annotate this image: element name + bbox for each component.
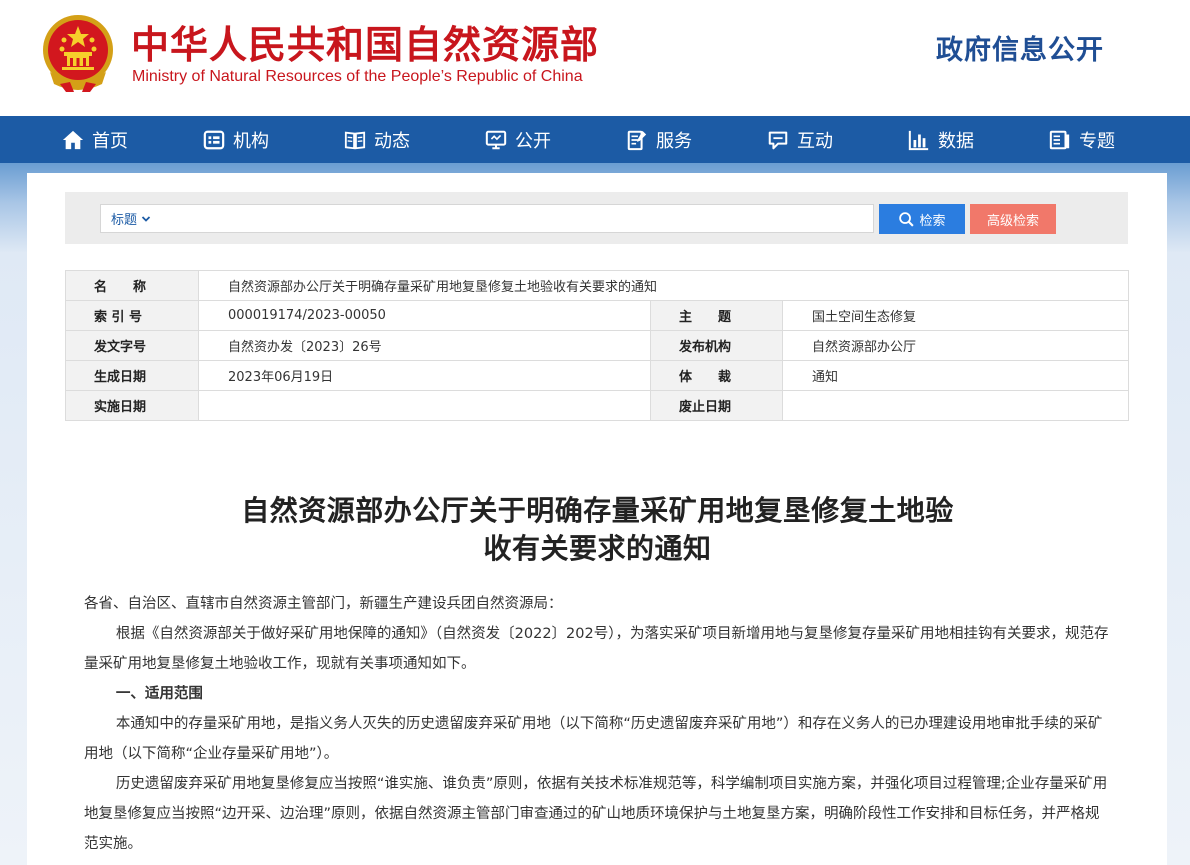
table-row: 索 引 号 000019174/2023-00050 主 题 国土空间生态修复 [65, 300, 1129, 331]
nav-item-org[interactable]: 机构 [203, 116, 344, 163]
docno-value: 自然资办发〔2023〕26号 [198, 330, 651, 361]
article-title: 自然资源部办公厅关于明确存量采矿用地复垦修复土地验 收有关要求的通知 [120, 492, 1075, 568]
main-nav: 首页 机构 动态 公开 服务 互动 数据 专题 [0, 116, 1190, 163]
chevron-down-icon [141, 215, 151, 222]
effective-label: 实施日期 [65, 390, 199, 421]
nav-item-label: 首页 [92, 130, 128, 152]
expire-label: 废止日期 [650, 390, 783, 421]
site-title-en: Ministry of Natural Resources of the Peo… [132, 68, 583, 85]
article-body: 各省、自治区、直辖市自然资源主管部门，新疆生产建设兵团自然资源局： 根据《自然资… [84, 589, 1109, 859]
section-heading: 一、适用范围 [115, 686, 203, 702]
advanced-search-button[interactable]: 高级检索 [970, 204, 1056, 234]
org-icon [203, 130, 225, 149]
home-icon [62, 130, 84, 149]
nav-item-data[interactable]: 数据 [908, 116, 1049, 163]
national-emblem-icon [43, 15, 113, 92]
issuer-value: 自然资源部办公厅 [782, 330, 1129, 361]
site-header: 中华人民共和国自然资源部 Ministry of Natural Resourc… [0, 0, 1190, 116]
paragraph: 根据《自然资源部关于做好采矿用地保障的通知》（自然资发〔2022〕202号），为… [84, 626, 1109, 672]
article-title-line1: 自然资源部办公厅关于明确存量采矿用地复垦修复土地验 [241, 494, 954, 527]
table-row: 生成日期 2023年06月19日 体 裁 通知 [65, 360, 1129, 391]
effective-value [198, 390, 651, 421]
table-row: 名 称 自然资源部办公厅关于明确存量采矿用地复垦修复土地验收有关要求的通知 [65, 270, 1129, 301]
paragraph: 历史遗留废弃采矿用地复垦修复应当按照“谁实施、谁负责”原则，依据有关技术标准规范… [84, 776, 1108, 852]
created-label: 生成日期 [65, 360, 199, 391]
search-button[interactable]: 检索 [879, 204, 965, 234]
document-info-table: 名 称 自然资源部办公厅关于明确存量采矿用地复垦修复土地验收有关要求的通知 索 … [65, 270, 1129, 421]
search-button-label: 检索 [919, 212, 946, 228]
gov-info-title[interactable]: 政府信息公开 [936, 28, 1104, 67]
nav-item-news[interactable]: 动态 [344, 116, 485, 163]
topic-value: 国土空间生态修复 [782, 300, 1129, 331]
monitor-icon [485, 130, 507, 149]
nav-item-label: 互动 [797, 130, 833, 152]
bar-chart-icon [908, 130, 929, 150]
nav-item-interact[interactable]: 互动 [767, 116, 908, 163]
site-title-cn: 中华人民共和国自然资源部 [131, 23, 600, 67]
genre-label: 体 裁 [650, 360, 783, 391]
nav-item-public[interactable]: 公开 [485, 116, 626, 163]
topic-label: 主 题 [650, 300, 783, 331]
issuer-label: 发布机构 [650, 330, 783, 361]
nav-item-label: 服务 [656, 130, 692, 152]
nav-item-service[interactable]: 服务 [626, 116, 767, 163]
docno-label: 发文字号 [65, 330, 199, 361]
nav-item-label: 公开 [515, 130, 551, 152]
nav-item-home[interactable]: 首页 [62, 116, 203, 163]
index-value: 000019174/2023-00050 [198, 300, 651, 331]
salutation: 各省、自治区、直辖市自然资源主管部门，新疆生产建设兵团自然资源局： [84, 596, 563, 612]
nav-item-label: 数据 [938, 130, 974, 152]
nav-item-label: 机构 [233, 130, 269, 152]
edit-doc-icon [627, 130, 647, 150]
expire-value [782, 390, 1129, 421]
table-row: 发文字号 自然资办发〔2023〕26号 发布机构 自然资源部办公厅 [65, 330, 1129, 361]
search-input[interactable] [159, 205, 873, 232]
table-row: 实施日期 废止日期 [65, 390, 1129, 421]
created-value: 2023年06月19日 [198, 360, 651, 391]
genre-value: 通知 [782, 360, 1129, 391]
search-icon [899, 211, 915, 227]
paragraph: 本通知中的存量采矿用地，是指义务人灭失的历史遗留废弃采矿用地（以下简称“历史遗留… [84, 716, 1103, 762]
advanced-search-label: 高级检索 [986, 212, 1039, 228]
nav-item-label: 专题 [1079, 130, 1115, 152]
search-type-dropdown[interactable]: 标题 [111, 209, 151, 228]
search-box: 标题 [100, 204, 874, 233]
nav-item-topic[interactable]: 专题 [1049, 116, 1190, 163]
nav-item-label: 动态 [374, 130, 410, 152]
name-label: 名 称 [65, 270, 199, 301]
article-title-line2: 收有关要求的通知 [483, 532, 712, 565]
name-value: 自然资源部办公厅关于明确存量采矿用地复垦修复土地验收有关要求的通知 [198, 270, 1129, 301]
index-label: 索 引 号 [65, 300, 199, 331]
search-type-label: 标题 [111, 213, 138, 228]
topic-icon [1049, 130, 1070, 149]
chat-icon [768, 131, 788, 149]
book-icon [344, 131, 366, 149]
